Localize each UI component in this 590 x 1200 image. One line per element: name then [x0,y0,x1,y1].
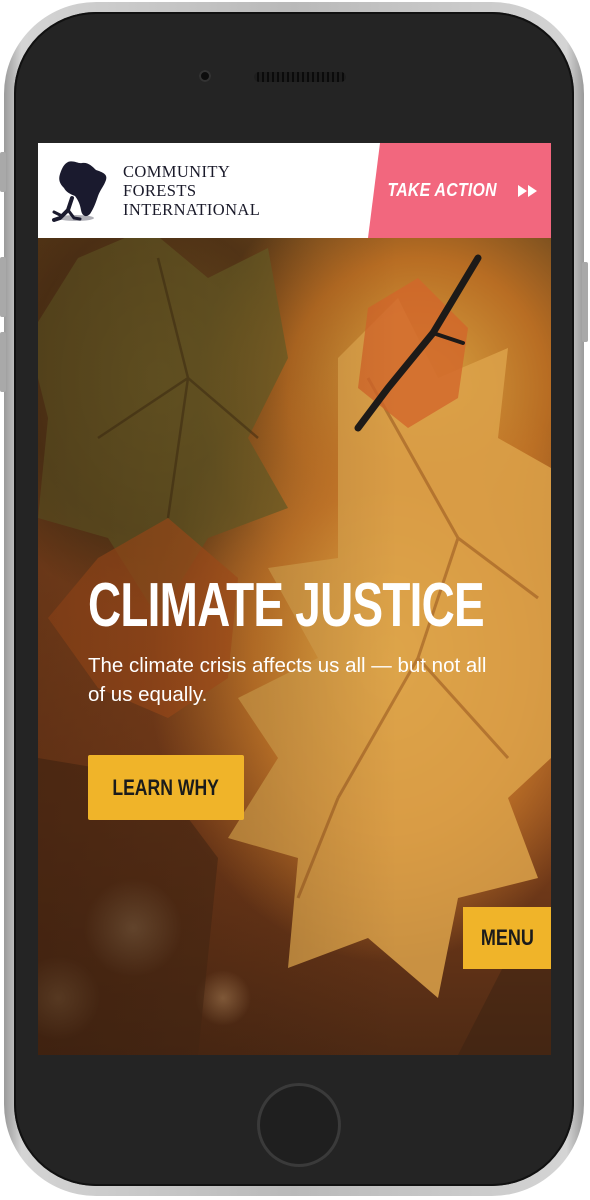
volume-up-button [0,257,6,317]
take-action-button[interactable]: TAKE ACTION [368,143,551,238]
home-button[interactable] [257,1083,341,1167]
logo-line-3: INTERNATIONAL [123,200,261,219]
take-action-label: TAKE ACTION [387,180,498,200]
menu-label: MENU [480,925,534,950]
site-header: COMMUNITY FORESTS INTERNATIONAL TAKE ACT… [38,143,551,238]
learn-why-button[interactable]: LEARN WHY [88,755,244,820]
logo-line-1: COMMUNITY [123,162,231,181]
africa-map-tree-icon[interactable] [48,158,118,224]
volume-down-button [0,332,6,392]
power-button [582,262,588,342]
learn-why-label: LEARN WHY [112,774,220,800]
phone-screen: COMMUNITY FORESTS INTERNATIONAL TAKE ACT… [38,143,551,1055]
hero-title: CLIMATE JUSTICE [88,571,485,640]
earpiece-speaker [254,72,346,82]
front-camera [199,70,211,82]
organization-name[interactable]: COMMUNITY FORESTS INTERNATIONAL [123,162,260,219]
logo-line-2: FORESTS [123,181,197,200]
mute-switch [0,152,6,192]
menu-button[interactable]: MENU [463,907,551,969]
fast-forward-icon [517,184,537,197]
hero-subtitle: The climate crisis affects us all — but … [88,654,487,706]
